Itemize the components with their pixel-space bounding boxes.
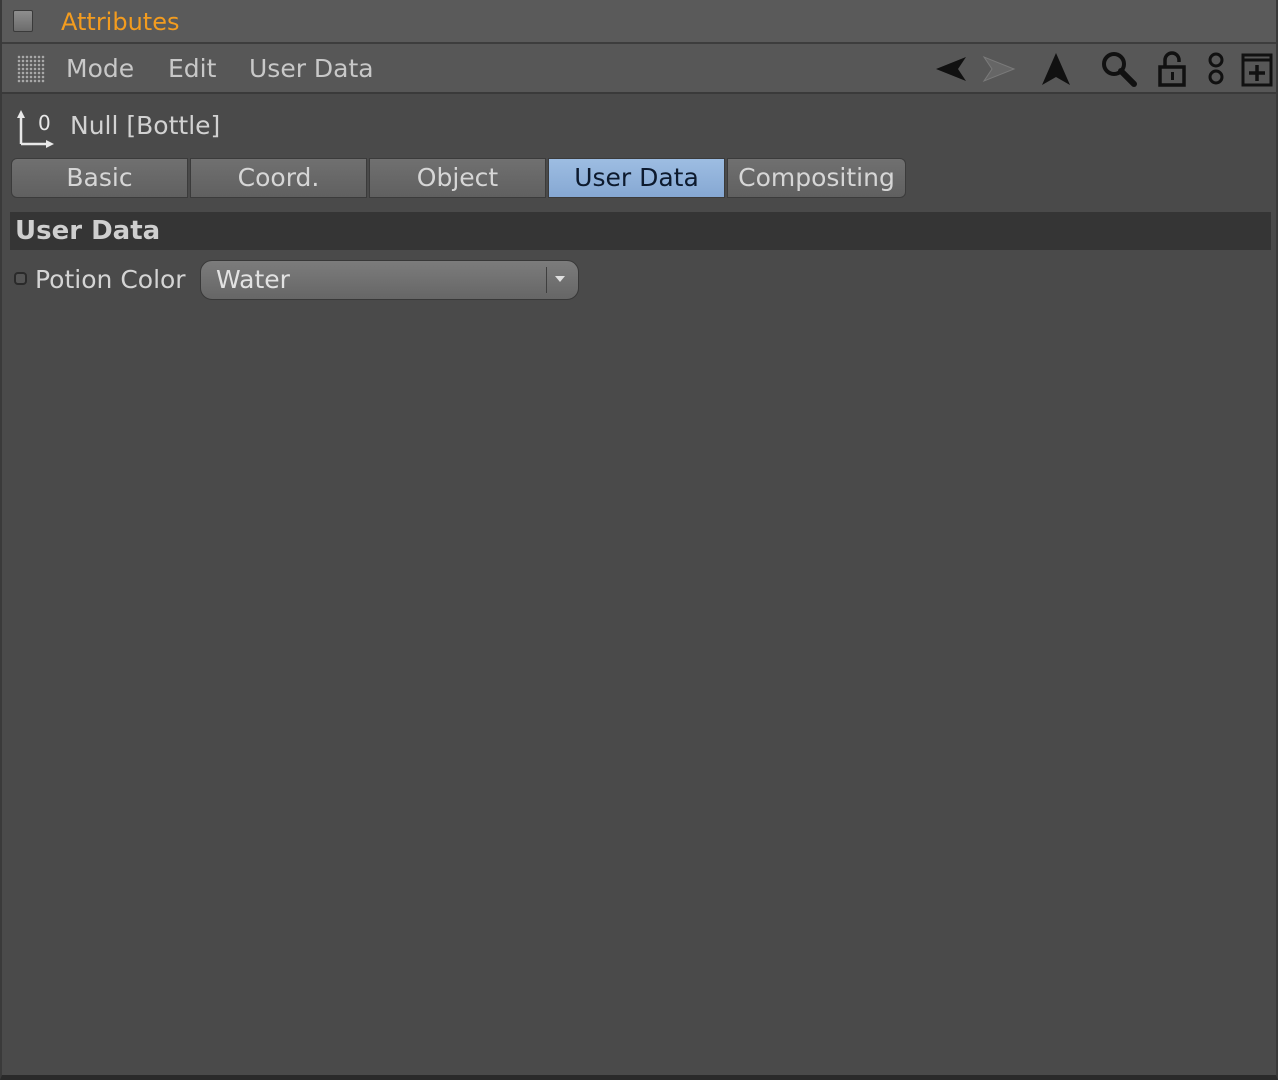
forward-arrow-icon[interactable] [978, 49, 1018, 89]
section-header[interactable]: User Data [10, 212, 1271, 250]
lock-icon[interactable] [1152, 49, 1192, 89]
dropdown-separator [546, 267, 547, 293]
tab-bar: Basic Coord. Object User Data Compositin… [11, 158, 908, 200]
link-icon[interactable] [1196, 49, 1236, 89]
menu-edit[interactable]: Edit [168, 52, 216, 86]
tab-compositing[interactable]: Compositing [727, 158, 906, 198]
panel-toggle-checkbox[interactable] [13, 10, 33, 32]
new-panel-icon[interactable] [1237, 49, 1277, 89]
tab-basic[interactable]: Basic [11, 158, 188, 198]
panel-title: Attributes [61, 8, 180, 36]
tab-object[interactable]: Object [369, 158, 546, 198]
object-name: Null [Bottle] [70, 111, 221, 140]
search-icon[interactable] [1098, 49, 1138, 89]
tab-user-data[interactable]: User Data [548, 158, 725, 198]
object-header: 0 Null [Bottle] [2, 96, 1276, 156]
tab-coord[interactable]: Coord. [190, 158, 367, 198]
param-label: Potion Color [35, 265, 186, 294]
svg-text:0: 0 [38, 111, 51, 135]
up-arrow-icon[interactable] [1036, 49, 1076, 89]
null-object-icon: 0 [17, 110, 54, 148]
chevron-down-icon [555, 276, 565, 282]
section-title: User Data [15, 216, 161, 246]
attributes-panel: Attributes Mode Edit User Data 0 Null [B… [0, 0, 1278, 1080]
title-bar: Attributes [2, 0, 1276, 44]
param-row: Potion Color Water [2, 258, 1276, 302]
back-arrow-icon[interactable] [932, 49, 972, 89]
menu-mode[interactable]: Mode [66, 52, 134, 86]
dropdown-value: Water [216, 265, 290, 294]
grip-icon[interactable] [17, 55, 45, 83]
menu-bar: Mode Edit User Data [2, 44, 1276, 94]
keyframe-toggle[interactable] [14, 272, 27, 285]
potion-color-dropdown[interactable]: Water [200, 260, 579, 300]
menu-user-data[interactable]: User Data [249, 52, 374, 86]
